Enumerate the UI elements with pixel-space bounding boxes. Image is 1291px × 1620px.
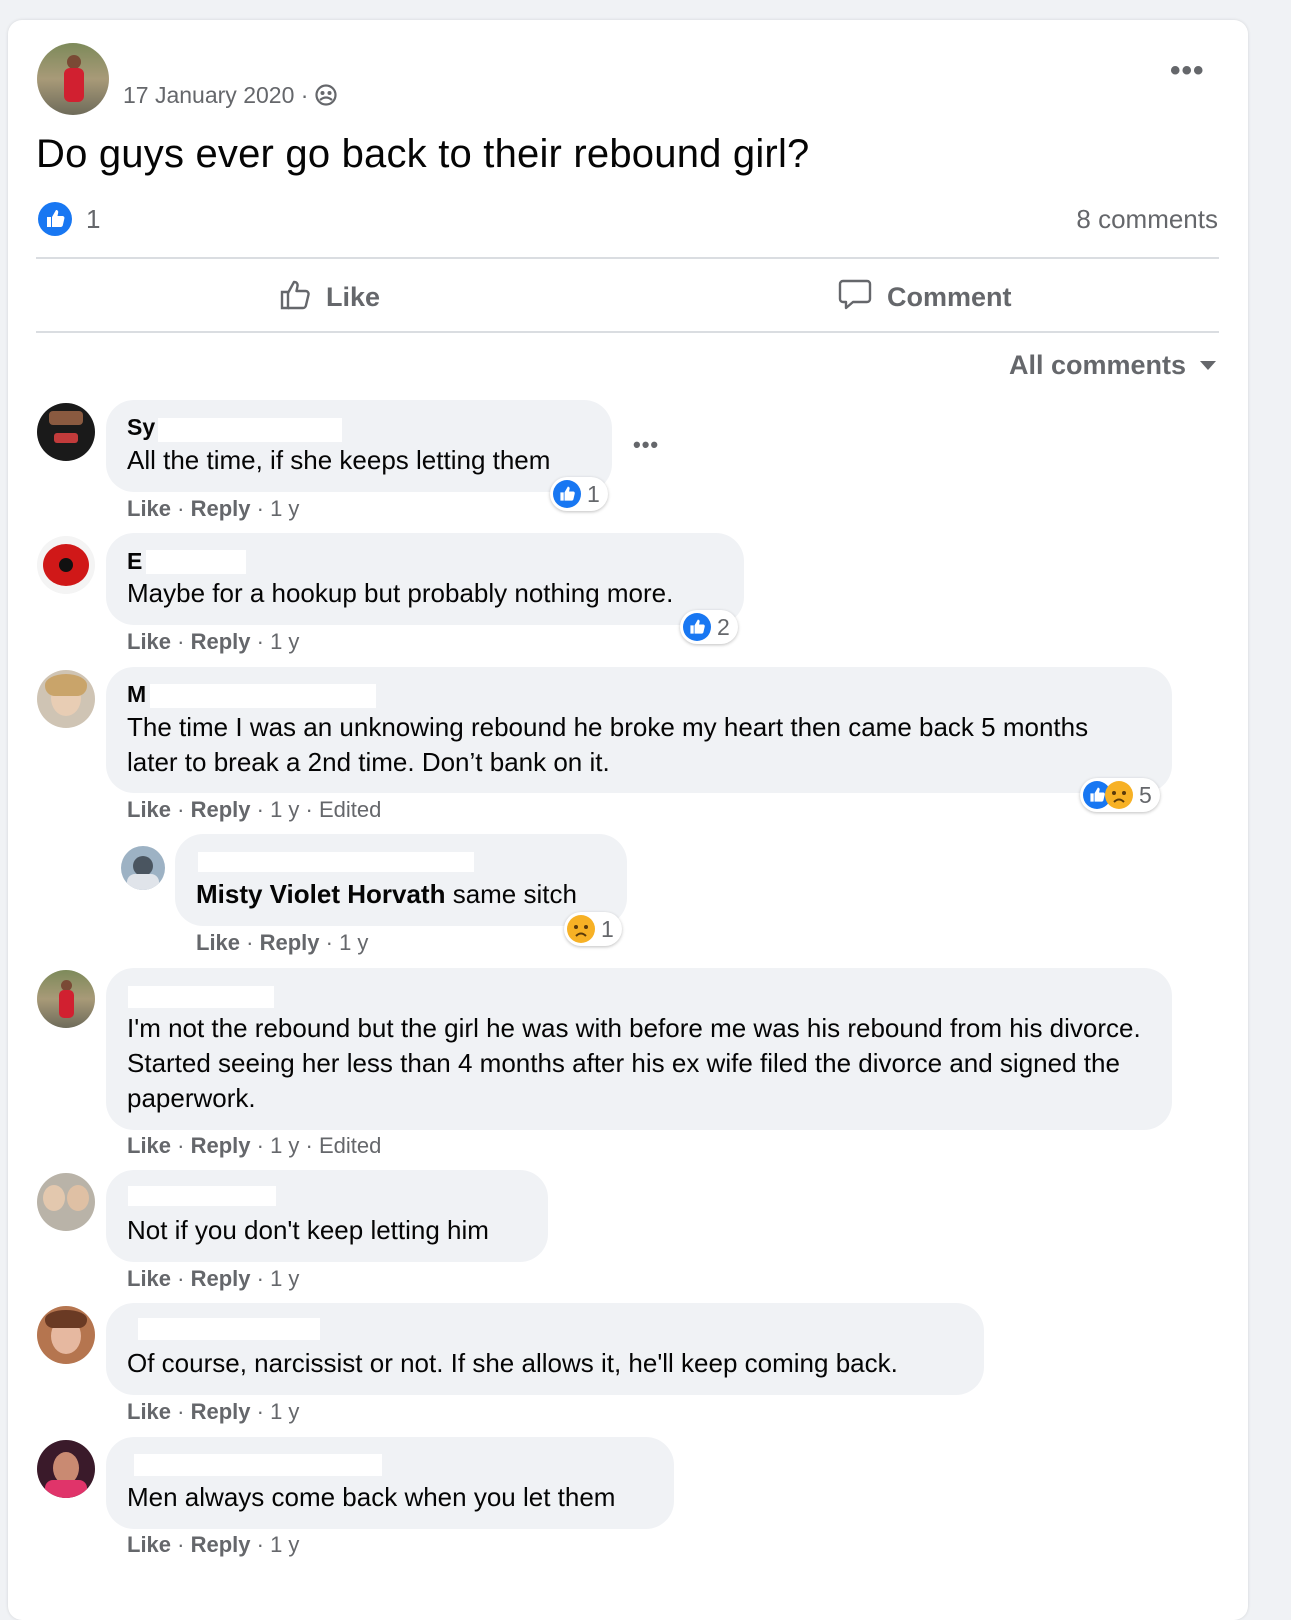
- commenter-avatar[interactable]: [37, 1440, 95, 1498]
- comment-time: · 1 y: [250, 496, 300, 521]
- comment-like-link[interactable]: Like: [127, 797, 171, 822]
- reaction-badge[interactable]: 1: [564, 912, 622, 946]
- comment-button-label: Comment: [887, 282, 1012, 312]
- comment-actions: Like · Reply · 1 y: [127, 629, 300, 654]
- commenter-avatar[interactable]: [37, 1306, 95, 1364]
- post-date[interactable]: 17 January 2020: [123, 82, 294, 108]
- divider: [36, 257, 1219, 259]
- comment-like-link[interactable]: Like: [127, 629, 171, 654]
- speech-bubble-icon: [837, 276, 873, 319]
- post-meta: 17 January 2020 ·: [123, 82, 337, 112]
- comment-text: Not if you don't keep letting him: [127, 1215, 489, 1245]
- comment-time: · 1 y: [250, 1532, 300, 1557]
- comment-time: · 1 y: [319, 930, 369, 955]
- post-reactions[interactable]: 1: [38, 202, 100, 236]
- reaction-count: 1: [601, 915, 614, 942]
- reaction-badge[interactable]: 5: [1080, 778, 1160, 812]
- sad-face-icon: [1105, 781, 1133, 809]
- comment-reply-link[interactable]: Reply: [191, 496, 251, 521]
- comment-text: Maybe for a hookup but probably nothing …: [127, 578, 674, 608]
- redaction: [146, 550, 246, 574]
- sad-face-icon: [567, 915, 595, 943]
- redaction: [128, 1186, 276, 1206]
- like-button-label: Like: [326, 282, 381, 312]
- comment-like-link[interactable]: Like: [196, 930, 240, 955]
- redaction: [128, 986, 274, 1008]
- comment-text: Men always come back when you let them: [127, 1482, 616, 1512]
- comment-reply-link[interactable]: Reply: [191, 629, 251, 654]
- post-author-avatar[interactable]: [37, 43, 109, 115]
- commenter-avatar[interactable]: [37, 1173, 95, 1231]
- comment-actions: Like · Reply · 1 y: [127, 1266, 300, 1291]
- reaction-badge[interactable]: 2: [680, 610, 738, 644]
- comment-actions: Like · Reply · 1 y: [196, 930, 369, 955]
- comment-reply-link[interactable]: Reply: [260, 930, 320, 955]
- commenter-name[interactable]: E: [127, 548, 142, 575]
- thumbs-up-icon: [278, 276, 314, 319]
- commenter-avatar[interactable]: [37, 970, 95, 1028]
- comment-time: · 1 y: [250, 629, 300, 654]
- comment-time: · 1 y: [250, 1399, 300, 1424]
- comment-text: I'm not the rebound but the girl he was …: [127, 1013, 1141, 1113]
- more-icon[interactable]: •••: [1170, 54, 1205, 88]
- comment-like-link[interactable]: Like: [127, 1532, 171, 1557]
- comment-like-link[interactable]: Like: [127, 1266, 171, 1291]
- comment-text: Misty Violet Horvath same sitch: [196, 879, 577, 909]
- comment-actions: Like · Reply · 1 y: [127, 1532, 300, 1557]
- like-button[interactable]: Like: [278, 276, 380, 319]
- redaction: [138, 1318, 320, 1340]
- mention-link[interactable]: Misty Violet Horvath: [196, 879, 445, 909]
- redaction: [158, 418, 342, 442]
- comment-actions: Like · Reply · 1 y: [127, 1399, 300, 1424]
- caret-down-icon: [1200, 361, 1216, 370]
- commenter-name[interactable]: Sy: [127, 414, 155, 441]
- comment-like-link[interactable]: Like: [127, 1133, 171, 1158]
- comment-text: All the time, if she keeps letting them: [127, 445, 551, 475]
- comment-time: · 1 y · Edited: [250, 797, 382, 822]
- commenter-avatar[interactable]: [121, 846, 165, 890]
- redaction: [134, 1454, 382, 1476]
- comment-actions: Like · Reply · 1 y · Edited: [127, 797, 382, 822]
- divider: [36, 331, 1219, 333]
- comment-reply-link[interactable]: Reply: [191, 797, 251, 822]
- comment-text: The time I was an unknowing rebound he b…: [127, 712, 1089, 777]
- reaction-badge[interactable]: 1: [550, 477, 608, 511]
- comment-text: Of course, narcissist or not. If she all…: [127, 1348, 898, 1378]
- comment-filter[interactable]: All comments: [1009, 350, 1216, 381]
- commenter-avatar[interactable]: [37, 536, 95, 594]
- comment-button[interactable]: Comment: [837, 276, 1012, 319]
- post-card: 17 January 2020 · ••• Do guys ever go ba…: [8, 20, 1248, 1620]
- commenter-avatar[interactable]: [37, 670, 95, 728]
- more-icon[interactable]: •••: [633, 432, 659, 458]
- reaction-count: 2: [717, 613, 730, 640]
- post-like-count: 1: [86, 203, 101, 234]
- commenter-avatar[interactable]: [37, 403, 95, 461]
- comment-actions: Like · Reply · 1 y: [127, 496, 300, 521]
- comment-time: · 1 y: [250, 1266, 300, 1291]
- reaction-count: 5: [1139, 781, 1152, 808]
- comment-reply-link[interactable]: Reply: [191, 1133, 251, 1158]
- comment-reply-link[interactable]: Reply: [191, 1399, 251, 1424]
- comment-actions: Like · Reply · 1 y · Edited: [127, 1133, 382, 1158]
- post-title: Do guys ever go back to their rebound gi…: [36, 132, 810, 176]
- comment-filter-label: All comments: [1008, 350, 1186, 380]
- group-icon: [315, 84, 337, 112]
- commenter-name[interactable]: M: [127, 681, 146, 708]
- thumbs-up-icon: [38, 202, 72, 236]
- redaction: [150, 684, 376, 708]
- comment-reply-link[interactable]: Reply: [191, 1266, 251, 1291]
- thumbs-up-icon: [683, 613, 711, 641]
- comment-reply-link[interactable]: Reply: [191, 1532, 251, 1557]
- comment-like-link[interactable]: Like: [127, 1399, 171, 1424]
- reaction-count: 1: [587, 480, 600, 507]
- comment-like-link[interactable]: Like: [127, 496, 171, 521]
- comment-count[interactable]: 8 comments: [1076, 204, 1218, 235]
- comment-time: · 1 y · Edited: [250, 1133, 382, 1158]
- redaction: [198, 852, 474, 872]
- thumbs-up-icon: [553, 480, 581, 508]
